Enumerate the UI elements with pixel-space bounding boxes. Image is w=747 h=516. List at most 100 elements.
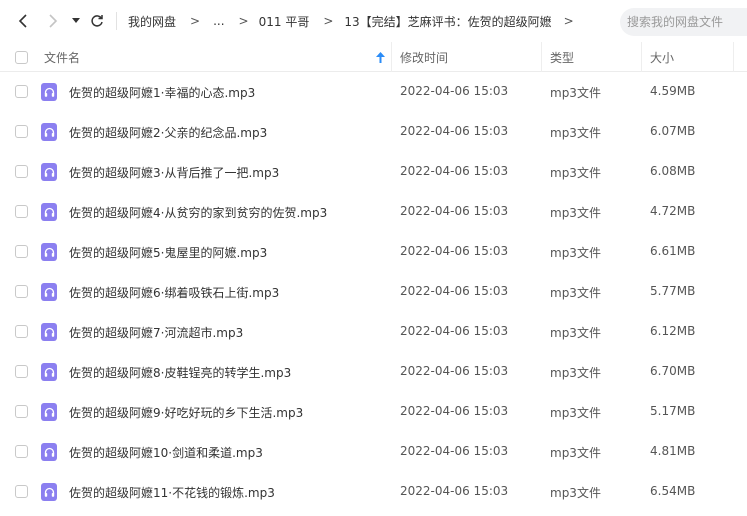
breadcrumb-separator: > <box>190 14 201 28</box>
row-checkbox[interactable] <box>15 205 28 218</box>
refresh-button[interactable] <box>88 11 106 31</box>
file-type: mp3文件 <box>550 326 601 340</box>
file-row[interactable]: 佐贺的超级阿嬷7·河流超市.mp3 2022-04-06 15:03 mp3文件 6.… <box>0 312 747 352</box>
row-checkbox[interactable] <box>15 325 28 338</box>
row-checkbox[interactable] <box>15 85 28 98</box>
forward-button[interactable] <box>44 11 62 31</box>
file-size: 6.08MB <box>650 164 696 178</box>
file-type: mp3文件 <box>550 206 601 220</box>
file-row[interactable]: 佐贺的超级阿嬷4·从贫穷的家到贫穷的佐贺.mp3 2022-04-06 15:03… <box>0 192 747 232</box>
audio-file-icon <box>41 123 57 141</box>
file-row[interactable]: 佐贺的超级阿嬷1·幸福的心态.mp3 2022-04-06 15:03 mp3文件 4… <box>0 72 747 112</box>
breadcrumb-ellipsis[interactable]: ... <box>213 14 224 28</box>
row-checkbox[interactable] <box>15 365 28 378</box>
file-name[interactable]: 佐贺的超级阿嬷4·从贫穷的家到贫穷的佐贺.mp3 <box>69 204 327 221</box>
file-row[interactable]: 佐贺的超级阿嬷8·皮鞋锃亮的转学生.mp3 2022-04-06 15:03 mp3… <box>0 352 747 392</box>
row-checkbox[interactable] <box>15 445 28 458</box>
file-size: 6.61MB <box>650 244 696 258</box>
column-divider[interactable] <box>641 42 642 72</box>
sort-ascending-icon[interactable] <box>376 42 385 72</box>
audio-file-icon <box>41 203 57 221</box>
column-header-size[interactable]: 大小 <box>650 42 674 72</box>
file-row[interactable]: 佐贺的超级阿嬷10·剑道和柔道.mp3 2022-04-06 15:03 mp3文件… <box>0 432 747 472</box>
file-row[interactable]: 佐贺的超级阿嬷2·父亲的纪念品.mp3 2022-04-06 15:03 mp3文件… <box>0 112 747 152</box>
file-row[interactable]: 佐贺的超级阿嬷3·从背后推了一把.mp3 2022-04-06 15:03 mp3文… <box>0 152 747 192</box>
audio-file-icon <box>41 283 57 301</box>
file-name[interactable]: 佐贺的超级阿嬷10·剑道和柔道.mp3 <box>69 444 263 461</box>
audio-file-icon <box>41 363 57 381</box>
file-type: mp3文件 <box>550 406 601 420</box>
file-name[interactable]: 佐贺的超级阿嬷8·皮鞋锃亮的转学生.mp3 <box>69 364 291 381</box>
breadcrumb-current-folder[interactable]: 13【完结】芝麻评书：佐贺的超级阿嬷 <box>344 13 551 30</box>
file-row[interactable]: 佐贺的超级阿嬷6·绑着吸铁石上街.mp3 2022-04-06 15:03 mp3文… <box>0 272 747 312</box>
file-name[interactable]: 佐贺的超级阿嬷7·河流超市.mp3 <box>69 324 243 341</box>
search-input[interactable] <box>627 15 747 29</box>
file-type: mp3文件 <box>550 166 601 180</box>
select-all-checkbox[interactable] <box>15 42 28 72</box>
file-modified-date: 2022-04-06 15:03 <box>400 404 509 418</box>
toolbar-divider <box>116 12 117 30</box>
file-name[interactable]: 佐贺的超级阿嬷9·好吃好玩的乡下生活.mp3 <box>69 404 303 421</box>
column-header-name[interactable]: 文件名 <box>44 42 80 72</box>
column-header-type[interactable]: 类型 <box>550 42 574 72</box>
column-divider[interactable] <box>733 42 734 72</box>
row-checkbox[interactable] <box>15 125 28 138</box>
file-size: 4.72MB <box>650 204 696 218</box>
file-type: mp3文件 <box>550 366 601 380</box>
file-modified-date: 2022-04-06 15:03 <box>400 324 509 338</box>
file-type: mp3文件 <box>550 446 601 460</box>
refresh-icon <box>91 15 103 27</box>
file-type: mp3文件 <box>550 86 601 100</box>
breadcrumb: 我的网盘 > ... > 011 平哥 > 13【完结】芝麻评书：佐贺的超级阿嬷… <box>118 12 574 30</box>
row-checkbox[interactable] <box>15 165 28 178</box>
breadcrumb-separator: > <box>323 14 334 28</box>
file-name[interactable]: 佐贺的超级阿嬷11·不花钱的锻炼.mp3 <box>69 484 275 501</box>
file-type: mp3文件 <box>550 286 601 300</box>
back-button[interactable] <box>14 11 32 31</box>
search-box[interactable] <box>620 8 747 36</box>
breadcrumb-root[interactable]: 我的网盘 <box>128 13 176 30</box>
row-checkbox[interactable] <box>15 245 28 258</box>
column-header-modified[interactable]: 修改时间 <box>400 42 448 72</box>
file-modified-date: 2022-04-06 15:03 <box>400 484 509 498</box>
column-divider[interactable] <box>391 42 392 72</box>
file-name[interactable]: 佐贺的超级阿嬷1·幸福的心态.mp3 <box>69 84 255 101</box>
audio-file-icon <box>41 83 57 101</box>
file-row[interactable]: 佐贺的超级阿嬷11·不花钱的锻炼.mp3 2022-04-06 15:03 mp3文… <box>0 472 747 512</box>
file-size: 4.59MB <box>650 84 696 98</box>
file-modified-date: 2022-04-06 15:03 <box>400 244 509 258</box>
toolbar: 我的网盘 > ... > 011 平哥 > 13【完结】芝麻评书：佐贺的超级阿嬷… <box>0 0 747 42</box>
file-name[interactable]: 佐贺的超级阿嬷6·绑着吸铁石上街.mp3 <box>69 284 279 301</box>
file-type: mp3文件 <box>550 246 601 260</box>
breadcrumb-separator: > <box>563 14 574 28</box>
file-name[interactable]: 佐贺的超级阿嬷3·从背后推了一把.mp3 <box>69 164 279 181</box>
file-row[interactable]: 佐贺的超级阿嬷5·鬼屋里的阿嬷.mp3 2022-04-06 15:03 mp3文件… <box>0 232 747 272</box>
row-checkbox[interactable] <box>15 485 28 498</box>
column-divider[interactable] <box>541 42 542 72</box>
file-list-header: 文件名 修改时间 类型 大小 <box>0 42 747 72</box>
file-size: 6.12MB <box>650 324 696 338</box>
history-dropdown-button[interactable] <box>70 11 82 31</box>
file-size: 5.77MB <box>650 284 696 298</box>
file-name[interactable]: 佐贺的超级阿嬷2·父亲的纪念品.mp3 <box>69 124 267 141</box>
file-modified-date: 2022-04-06 15:03 <box>400 204 509 218</box>
file-modified-date: 2022-04-06 15:03 <box>400 164 509 178</box>
row-checkbox[interactable] <box>15 405 28 418</box>
chevron-left-icon <box>18 14 27 28</box>
row-checkbox[interactable] <box>15 285 28 298</box>
audio-file-icon <box>41 403 57 421</box>
file-name[interactable]: 佐贺的超级阿嬷5·鬼屋里的阿嬷.mp3 <box>69 244 267 261</box>
file-size: 6.70MB <box>650 364 696 378</box>
file-size: 5.17MB <box>650 404 696 418</box>
audio-file-icon <box>41 243 57 261</box>
file-size: 6.07MB <box>650 124 696 138</box>
chevron-right-icon <box>49 14 58 28</box>
file-size: 6.54MB <box>650 484 696 498</box>
file-row[interactable]: 佐贺的超级阿嬷9·好吃好玩的乡下生活.mp3 2022-04-06 15:03 mp… <box>0 392 747 432</box>
file-size: 4.81MB <box>650 444 696 458</box>
audio-file-icon <box>41 483 57 501</box>
file-type: mp3文件 <box>550 126 601 140</box>
file-modified-date: 2022-04-06 15:03 <box>400 444 509 458</box>
caret-down-icon <box>72 18 80 23</box>
breadcrumb-folder-pingge[interactable]: 011 平哥 <box>259 13 310 30</box>
